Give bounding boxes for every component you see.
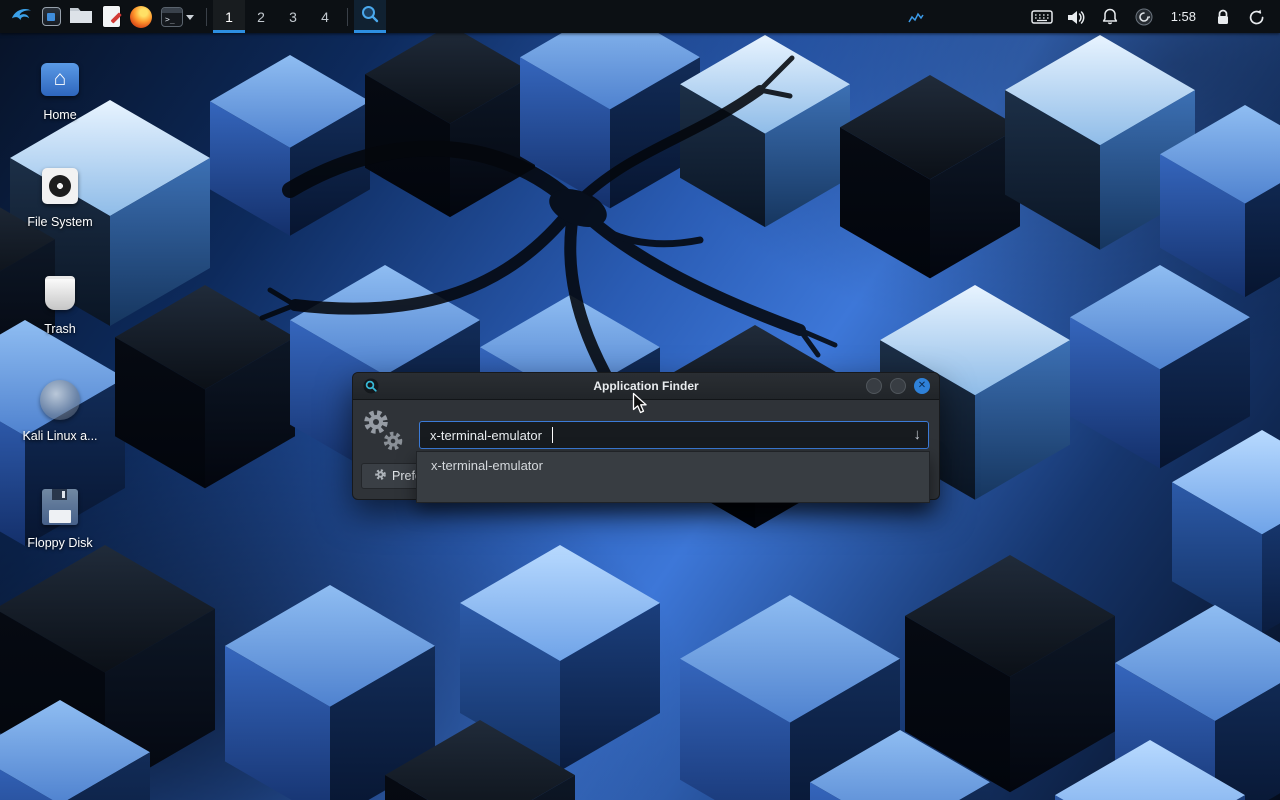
workspace-button-1[interactable]: 1 <box>213 0 245 33</box>
search-input[interactable]: x-terminal-emulator ↓ <box>419 421 929 449</box>
search-suggestions: x-terminal-emulator <box>416 451 930 503</box>
suggestion-item[interactable]: x-terminal-emulator <box>417 452 929 480</box>
desktop-icon-label: Floppy Disk <box>27 536 92 550</box>
status-icon[interactable] <box>1127 0 1161 33</box>
trash-can-icon <box>36 269 84 317</box>
gear-icon <box>374 468 387 484</box>
text-caret <box>552 427 553 443</box>
panel-separator <box>206 8 207 26</box>
clock[interactable]: 1:58 <box>1161 9 1206 24</box>
chevron-down-icon <box>186 8 195 26</box>
top-panel: >_ 1 2 3 4 1:58 <box>0 0 1280 33</box>
window-buttons: ✕ <box>866 378 930 394</box>
file-manager-launcher[interactable] <box>66 0 96 33</box>
search-query-text: x-terminal-emulator <box>430 428 542 443</box>
maximize-button[interactable] <box>890 378 906 394</box>
appfinder-window-icon <box>363 378 379 399</box>
workspace-button-2[interactable]: 2 <box>245 0 277 33</box>
notifications-bell-icon[interactable] <box>1093 0 1127 33</box>
home-folder-icon: ⌂ <box>36 55 84 103</box>
panel-separator <box>347 8 348 26</box>
desktop-icon-label: Kali Linux a... <box>22 429 97 443</box>
desktop-icon-column: ⌂ Home File System Trash Kali Linux a...… <box>12 55 108 590</box>
keyboard-icon[interactable] <box>1025 0 1059 33</box>
system-tray: 1:58 <box>899 0 1274 33</box>
desktop-icon-kali-linux[interactable]: Kali Linux a... <box>12 376 108 483</box>
firefox-icon <box>130 6 152 28</box>
kali-disc-icon <box>36 376 84 424</box>
firefox-launcher[interactable] <box>126 0 156 33</box>
show-desktop-button[interactable] <box>36 0 66 33</box>
minimize-button[interactable] <box>866 378 882 394</box>
desktop-icon-home[interactable]: ⌂ Home <box>12 55 108 162</box>
desktop-icon-label: Home <box>43 108 76 122</box>
kali-menu-button[interactable] <box>6 0 36 33</box>
window-title: Application Finder <box>353 373 939 400</box>
volume-icon[interactable] <box>1059 0 1093 33</box>
desktop-icon-label: File System <box>27 215 92 229</box>
window-icon <box>42 7 61 26</box>
drive-icon <box>36 162 84 210</box>
gears-icon <box>359 407 411 464</box>
titlebar[interactable]: Application Finder ✕ <box>353 373 939 400</box>
workspace-button-4[interactable]: 4 <box>309 0 341 33</box>
folder-icon <box>69 4 93 29</box>
dropdown-arrow-icon[interactable]: ↓ <box>914 426 922 443</box>
power-icon[interactable] <box>1240 0 1274 33</box>
search-icon <box>360 4 380 29</box>
text-editor-icon <box>103 6 120 27</box>
application-finder-button[interactable] <box>354 0 386 33</box>
desktop-icon-file-system[interactable]: File System <box>12 162 108 269</box>
desktop-icon-floppy-disk[interactable]: Floppy Disk <box>12 483 108 590</box>
terminal-launcher[interactable]: >_ <box>156 0 200 33</box>
lock-icon[interactable] <box>1206 0 1240 33</box>
terminal-icon: >_ <box>161 7 183 27</box>
kali-logo-icon <box>9 2 34 32</box>
activity-graph-icon[interactable] <box>899 0 933 33</box>
floppy-disk-icon <box>36 483 84 531</box>
text-editor-launcher[interactable] <box>96 0 126 33</box>
workspace-button-3[interactable]: 3 <box>277 0 309 33</box>
close-button[interactable]: ✕ <box>914 378 930 394</box>
desktop-icon-trash[interactable]: Trash <box>12 269 108 376</box>
desktop-icon-label: Trash <box>44 322 76 336</box>
tray-spacer <box>933 0 1025 33</box>
